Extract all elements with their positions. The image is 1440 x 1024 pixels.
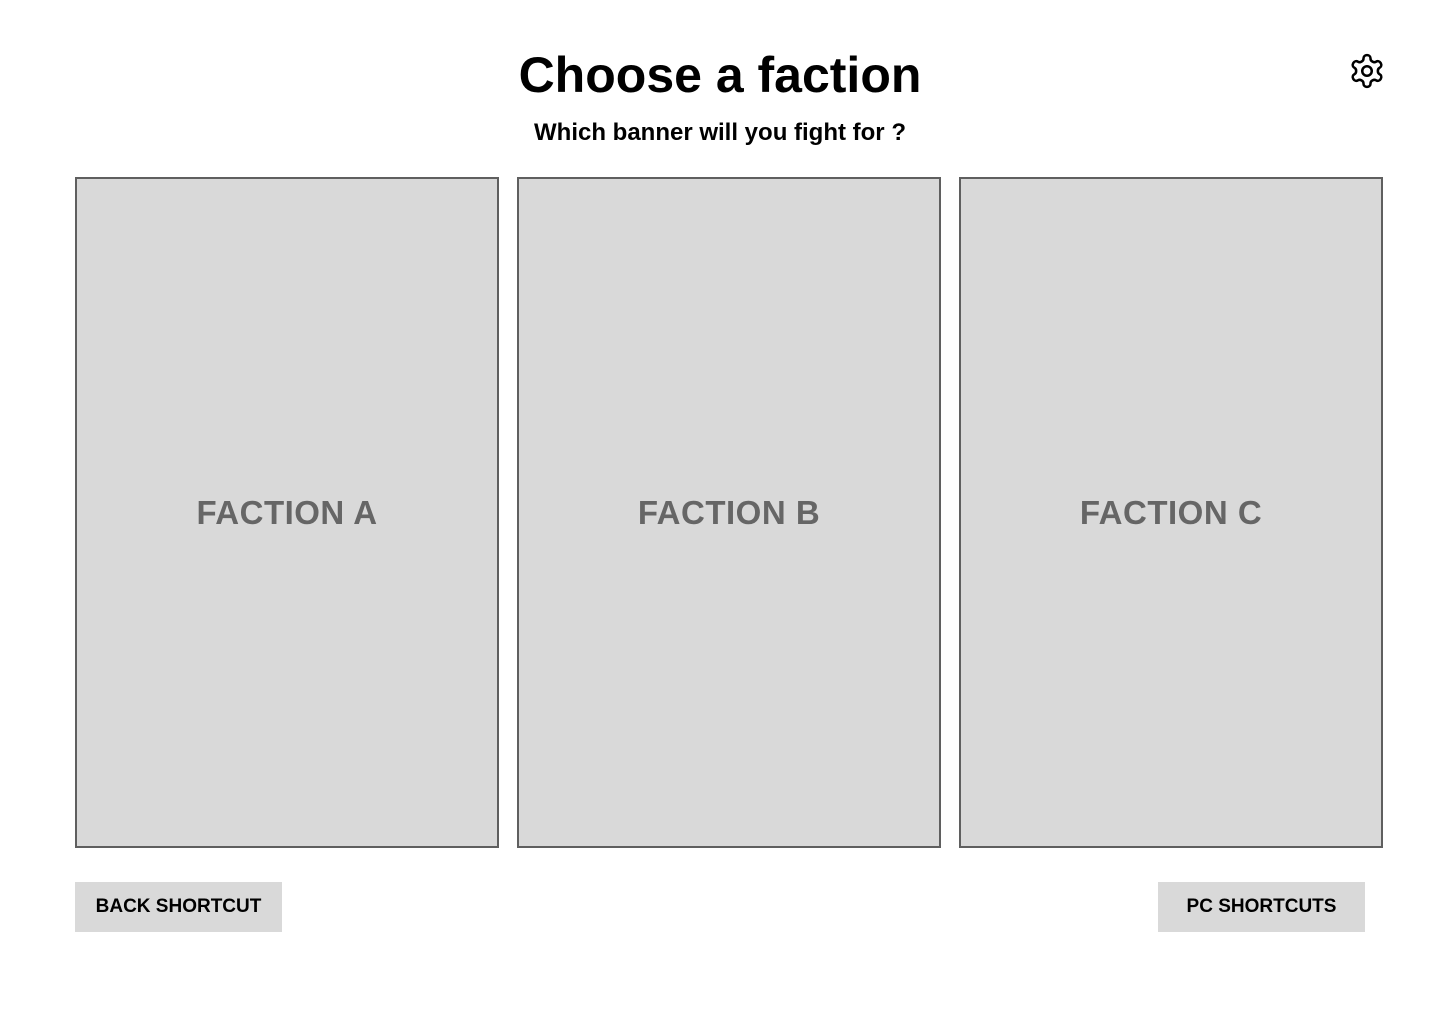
- faction-label: FACTION B: [637, 493, 821, 531]
- page-title: Choose a faction: [518, 47, 922, 103]
- faction-card-a[interactable]: FACTION A: [75, 177, 499, 848]
- settings-button[interactable]: [1348, 52, 1386, 90]
- faction-label: FACTION C: [1079, 493, 1263, 531]
- back-shortcut-button[interactable]: BACK SHORTCUT: [75, 882, 282, 932]
- pc-shortcuts-button[interactable]: PC SHORTCUTS: [1158, 882, 1365, 932]
- faction-grid: FACTION A FACTION B FACTION C: [75, 177, 1384, 848]
- gear-icon: [1351, 53, 1383, 89]
- faction-card-c[interactable]: FACTION C: [959, 177, 1383, 848]
- page-subtitle: Which banner will you fight for ?: [534, 119, 906, 146]
- faction-card-b[interactable]: FACTION B: [517, 177, 941, 848]
- faction-label: FACTION A: [196, 493, 378, 531]
